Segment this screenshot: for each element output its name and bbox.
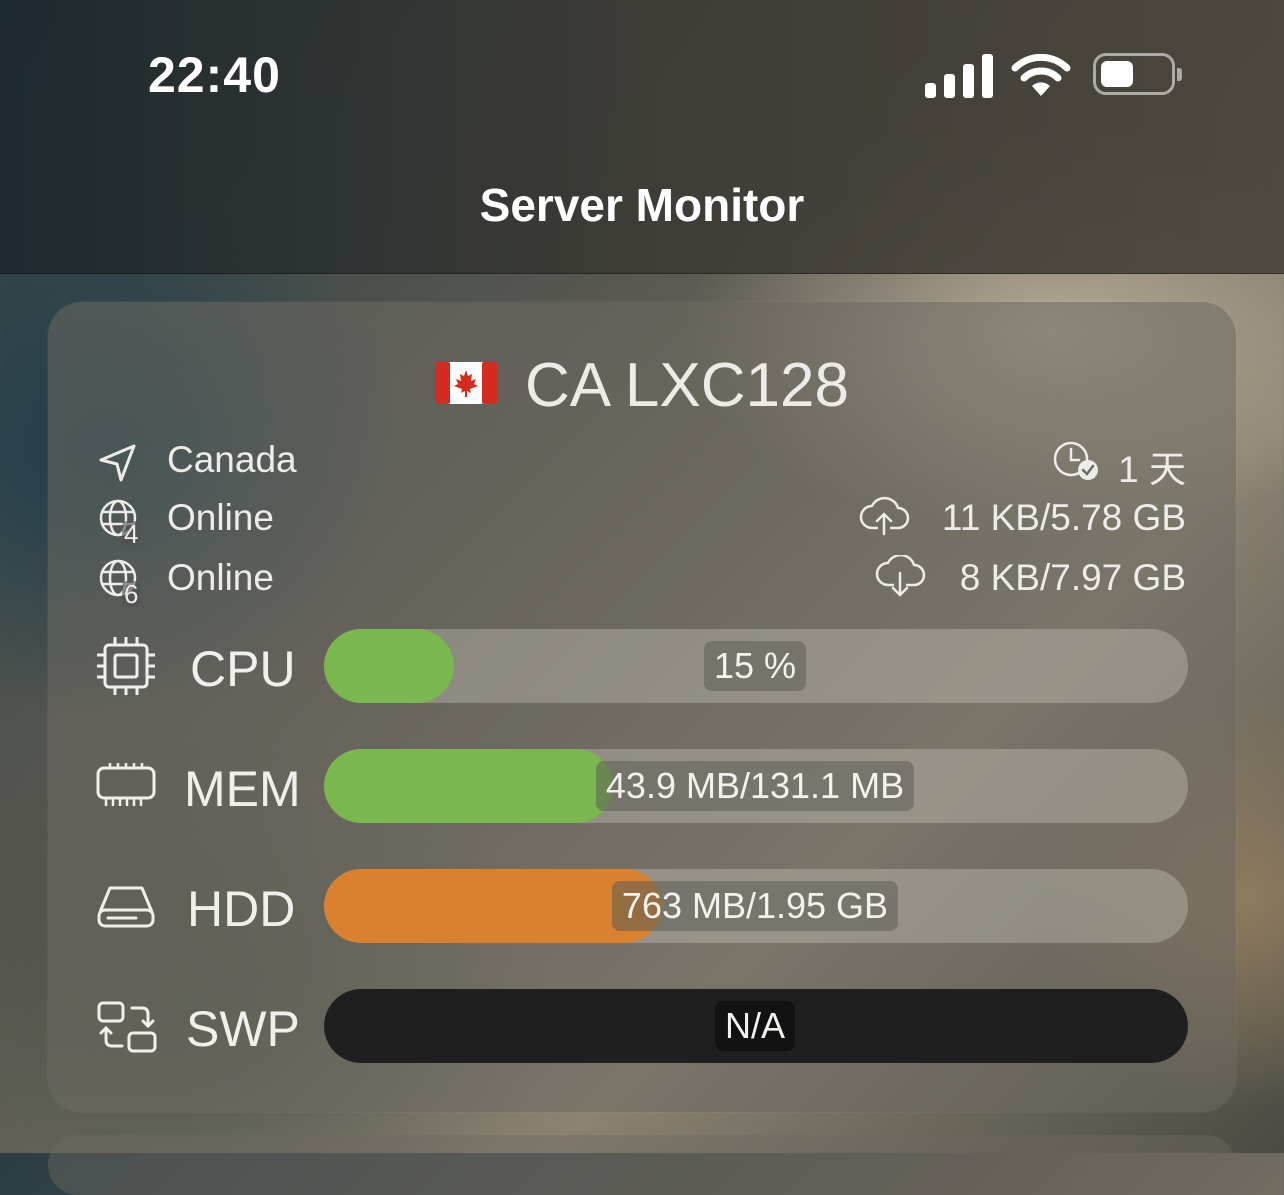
cpu-usage-value: 15 % bbox=[703, 641, 807, 691]
swp-usage-bar: N/A bbox=[324, 989, 1188, 1063]
battery-icon bbox=[1093, 53, 1182, 95]
cpu-label: CPU bbox=[190, 641, 296, 697]
cloud-upload-icon bbox=[859, 496, 910, 536]
mem-usage-bar: 43.9 MB/131.1 MB bbox=[324, 749, 1188, 823]
cloud-download-icon bbox=[875, 555, 926, 597]
location-text: Canada bbox=[167, 439, 297, 480]
server-name: CA LXC128 bbox=[525, 351, 849, 420]
cellular-signal-icon bbox=[925, 54, 993, 98]
uptime-text: 1 天 bbox=[1118, 449, 1186, 490]
navigation-bar: 22:40 Server Monitor bbox=[0, 0, 1284, 274]
disk-icon bbox=[97, 886, 155, 928]
swap-icon bbox=[97, 1001, 157, 1053]
upload-text: 11 KB/5.78 GB bbox=[941, 497, 1186, 538]
mem-usage-value: 43.9 MB/131.1 MB bbox=[595, 761, 915, 811]
clock-check-icon bbox=[1053, 441, 1098, 480]
cpu-icon bbox=[97, 637, 155, 695]
ipv6-status: Online bbox=[167, 557, 274, 598]
hdd-usage-bar: 763 MB/1.95 GB bbox=[324, 869, 1188, 943]
hdd-usage-value: 763 MB/1.95 GB bbox=[611, 881, 899, 931]
cpu-usage-bar: 15 % bbox=[324, 629, 1188, 703]
ipv4-badge: 4 bbox=[122, 519, 141, 549]
mem-usage-fill bbox=[324, 749, 613, 823]
hdd-label: HDD bbox=[187, 881, 296, 937]
status-time: 22:40 bbox=[148, 47, 281, 103]
swp-usage-value: N/A bbox=[714, 1001, 796, 1051]
mem-label: MEM bbox=[184, 761, 301, 817]
page-title: Server Monitor bbox=[479, 179, 805, 231]
swp-label: SWP bbox=[186, 1001, 300, 1057]
cpu-usage-fill bbox=[324, 629, 454, 703]
ipv4-status: Online bbox=[167, 497, 274, 538]
ipv6-badge: 6 bbox=[122, 579, 141, 609]
location-arrow-icon bbox=[99, 444, 136, 482]
canada-flag-icon bbox=[435, 348, 497, 419]
server-title: CA LXC128 bbox=[48, 350, 1236, 425]
next-server-card[interactable] bbox=[48, 1135, 1236, 1195]
memory-icon bbox=[96, 763, 156, 806]
download-text: 8 KB/7.97 GB bbox=[959, 557, 1186, 598]
wifi-icon bbox=[1011, 54, 1071, 96]
